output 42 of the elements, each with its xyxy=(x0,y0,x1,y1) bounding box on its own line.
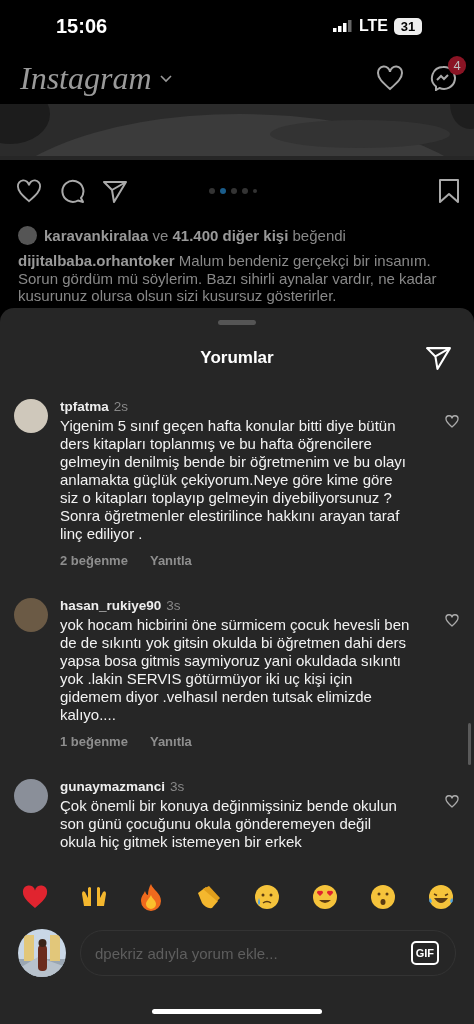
chevron-down-icon[interactable] xyxy=(159,75,172,83)
comment-time: 3s xyxy=(170,779,185,794)
comment-time: 2s xyxy=(113,399,129,414)
send-icon[interactable] xyxy=(103,179,128,203)
drag-handle[interactable] xyxy=(218,320,256,325)
sheet-title: Yorumlar xyxy=(200,348,274,368)
status-time: 15:06 xyxy=(56,14,109,38)
notification-badge: 4 xyxy=(448,56,466,75)
gif-button[interactable]: GIF xyxy=(410,941,439,965)
surprised-face-icon[interactable] xyxy=(370,884,396,910)
scrollbar[interactable] xyxy=(468,723,471,765)
avatar xyxy=(18,226,37,245)
comment-text: yok hocam hicbirini öne sürmicem çocuk hevesli ben de de sıkıntı yok gitsin okulda bi öğretmen dahi ders yapsa bosa gitmis saymiyoruz yani okuldada sıkıntı yok .lakin SERVIS götürmüyor iki uç kişi için gidemem diyor .velhasıl nerden tutsak elimizde kalıyo.... xyxy=(60,616,410,724)
network-label: LTE xyxy=(358,17,388,35)
comment-time: 3s xyxy=(166,598,181,613)
like-icon[interactable] xyxy=(445,614,459,627)
heart-icon[interactable] xyxy=(376,65,404,91)
like-icon[interactable] xyxy=(16,179,42,203)
crying-face-icon[interactable] xyxy=(254,884,280,910)
reply-link[interactable]: Yanıtla xyxy=(149,553,192,568)
like-icon[interactable] xyxy=(445,795,459,808)
comment-username[interactable]: tpfatma xyxy=(60,399,109,414)
comment-icon[interactable] xyxy=(60,178,85,204)
bookmark-icon[interactable] xyxy=(438,178,460,204)
heart-eyes-face-icon[interactable] xyxy=(312,884,338,910)
avatar[interactable] xyxy=(14,779,48,813)
avatar[interactable] xyxy=(14,399,48,433)
like-count[interactable]: 2 beğenme xyxy=(60,553,128,568)
comment-username[interactable]: hasan_rukiye90 xyxy=(60,598,162,613)
likes-text: karavankiralaa ve 41.400 diğer kişi beğendi xyxy=(44,227,346,244)
instagram-logo[interactable]: Instagram xyxy=(20,59,152,97)
laughing-face-icon[interactable] xyxy=(428,884,454,910)
reply-link[interactable]: Yanıtla xyxy=(149,734,192,749)
comment-username[interactable]: gunaymazmanci xyxy=(60,779,166,794)
battery-level: 31 xyxy=(394,17,422,35)
signal-icon xyxy=(332,20,353,32)
comment-text: Yigenim 5 sınıf geçen hafta konular bitti diye bütün ders kitapları toplanmış ve bu hafta öğrencilere gelmeyin denilmiş bende bir öğretmenim ve bu olayı anlamakta güçlük çekiyorum.Neye göre kime göre siz o kitapları toplayıp gelmeyin diyebiliyorsunuz ? Sonra öğretmenler elestirilince hakkını arayan taraf linç ediliyor . xyxy=(60,417,407,543)
like-icon[interactable] xyxy=(445,415,459,428)
fire-icon[interactable] xyxy=(140,883,162,911)
post-caption: dijitalbaba.orhantoker Malum bendeniz gerçekçi bir insanım. Sorun gördüm mü söylerim. Bazı sihirli aynalar vardır, ne kadar kusurunuz olursa olsun sizi kusursuz gösterirler. xyxy=(18,252,437,304)
comment-text: Çok önemli bir konuya değinmişsiniz bende okulun son günü çocuğunu okula gönderemeyen değil okula hiç gitmek istemeyen bir erkek xyxy=(60,797,398,851)
like-count[interactable]: 1 beğenme xyxy=(60,734,128,749)
